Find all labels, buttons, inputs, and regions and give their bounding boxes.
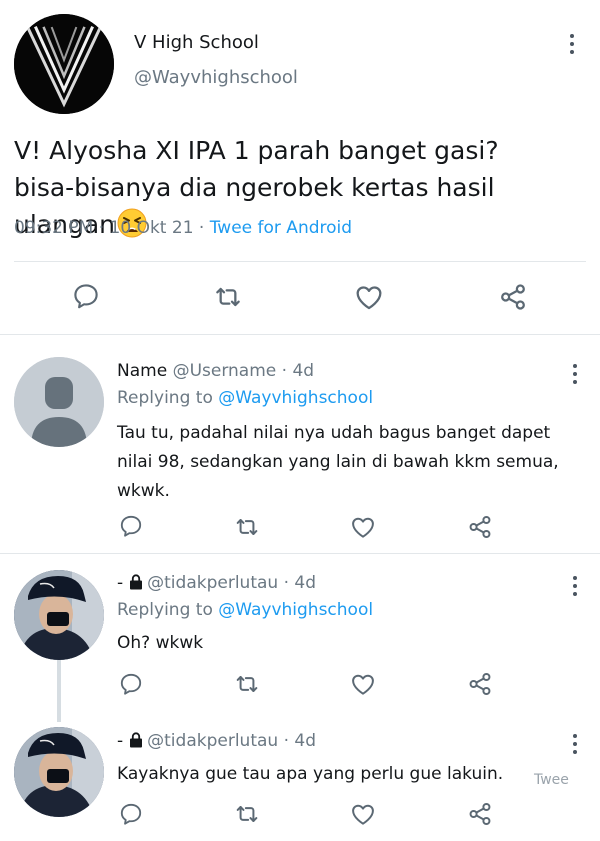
main-tweet: V High School @Wayvhighschool V! Alyosha… bbox=[0, 0, 600, 334]
more-options-icon[interactable] bbox=[565, 732, 585, 756]
retweet-icon bbox=[216, 287, 240, 307]
reply-button[interactable] bbox=[70, 280, 102, 312]
like-icon bbox=[352, 517, 374, 538]
reply-button[interactable] bbox=[117, 512, 145, 540]
reply-text: Kayaknya gue tau apa yang perlu gue laku… bbox=[117, 764, 504, 784]
reply-text: Oh? wkwk bbox=[117, 633, 204, 653]
like-icon bbox=[352, 804, 374, 825]
more-options-icon[interactable] bbox=[565, 362, 585, 386]
retweet-icon bbox=[236, 806, 258, 822]
replying-label: Replying to bbox=[117, 388, 213, 408]
meta-separator: · bbox=[281, 361, 288, 381]
retweet-button[interactable] bbox=[232, 512, 262, 542]
reply-tweet-2: - @tidakperlutau · 4d Replying to @Wayvhi… bbox=[0, 554, 600, 714]
reply-text: Tau tu, padahal nilai nya udah bagus ban… bbox=[117, 423, 559, 501]
reply-age: 4d bbox=[294, 573, 317, 593]
replying-mention[interactable]: @Wayvhighschool bbox=[218, 388, 373, 408]
reply-button[interactable] bbox=[117, 670, 145, 698]
share-icon bbox=[501, 284, 525, 310]
meta-separator: · bbox=[283, 731, 289, 751]
reply-icon bbox=[120, 803, 142, 825]
reply-header: Name @Username · 4d bbox=[117, 361, 314, 381]
retweet-button[interactable] bbox=[232, 799, 262, 829]
replying-to: Replying to @Wayvhighschool bbox=[117, 600, 373, 620]
retweet-button[interactable] bbox=[232, 669, 262, 699]
share-icon bbox=[469, 515, 491, 539]
reply-icon bbox=[74, 284, 98, 309]
reply-tweet-1: Name @Username · 4d Replying to @Wayvhig… bbox=[0, 335, 600, 553]
lock-icon bbox=[130, 732, 143, 748]
default-profile-icon bbox=[14, 357, 104, 447]
reply-header: - @tidakperlutau · 4d bbox=[117, 731, 316, 751]
reply-button[interactable] bbox=[117, 800, 145, 828]
reply-age: 4d bbox=[292, 361, 315, 381]
like-button[interactable] bbox=[348, 669, 378, 699]
replying-label: Replying to bbox=[117, 600, 213, 620]
account-name[interactable]: V High School bbox=[134, 32, 259, 53]
tweet-date: 10 Okt 21 bbox=[109, 218, 194, 238]
user-avatar[interactable] bbox=[14, 570, 104, 660]
more-options-icon[interactable] bbox=[562, 32, 582, 56]
person-photo-icon bbox=[14, 727, 104, 817]
share-button[interactable] bbox=[465, 669, 495, 699]
like-button[interactable] bbox=[352, 280, 386, 314]
person-photo-icon bbox=[14, 570, 104, 660]
reply-icon bbox=[120, 673, 142, 695]
tweet-client-link[interactable]: Twee for Android bbox=[210, 218, 352, 238]
reply-age: 4d bbox=[294, 731, 317, 751]
retweet-icon bbox=[236, 519, 258, 535]
tweet-text-line-1: V! Alyosha XI IPA 1 parah banget gasi? bbox=[14, 136, 499, 165]
like-button[interactable] bbox=[348, 512, 378, 542]
display-name[interactable]: - bbox=[117, 573, 123, 593]
replying-mention[interactable]: @Wayvhighschool bbox=[218, 600, 373, 620]
lock-icon bbox=[130, 574, 143, 590]
replying-to: Replying to @Wayvhighschool bbox=[117, 388, 373, 408]
v-logo-icon bbox=[14, 14, 114, 114]
share-button[interactable] bbox=[465, 512, 495, 542]
meta-separator: · bbox=[198, 218, 205, 238]
more-options-icon[interactable] bbox=[565, 574, 585, 598]
user-avatar[interactable] bbox=[14, 727, 104, 817]
display-name[interactable]: - bbox=[117, 731, 123, 751]
reply-header: - @tidakperlutau · 4d bbox=[117, 573, 316, 593]
share-icon bbox=[469, 802, 491, 826]
share-icon bbox=[469, 672, 491, 696]
share-button[interactable] bbox=[465, 799, 495, 829]
like-icon bbox=[352, 674, 374, 695]
share-button[interactable] bbox=[496, 280, 530, 314]
like-icon bbox=[356, 286, 382, 310]
divider bbox=[14, 261, 586, 262]
username[interactable]: @tidakperlutau bbox=[147, 573, 278, 593]
retweet-button[interactable] bbox=[211, 280, 245, 314]
retweet-icon bbox=[236, 676, 258, 692]
reply-icon bbox=[120, 515, 142, 537]
reply-tweet-3: - @tidakperlutau · 4d Kayaknya gue tau ap… bbox=[0, 714, 600, 841]
tweet-meta: 09:32 PM · 10 Okt 21 · Twee for Android bbox=[14, 218, 352, 238]
tweet-time: 09:32 PM bbox=[14, 218, 94, 238]
default-avatar[interactable] bbox=[14, 357, 104, 447]
username[interactable]: @Username bbox=[173, 361, 277, 381]
meta-separator: · bbox=[98, 218, 105, 238]
meta-separator: · bbox=[283, 573, 289, 593]
display-name[interactable]: Name bbox=[117, 361, 167, 381]
profile-avatar[interactable] bbox=[14, 14, 114, 114]
account-handle[interactable]: @Wayvhighschool bbox=[134, 67, 298, 88]
username[interactable]: @tidakperlutau bbox=[147, 731, 278, 751]
app-watermark: Twee bbox=[534, 772, 569, 788]
like-button[interactable] bbox=[348, 799, 378, 829]
